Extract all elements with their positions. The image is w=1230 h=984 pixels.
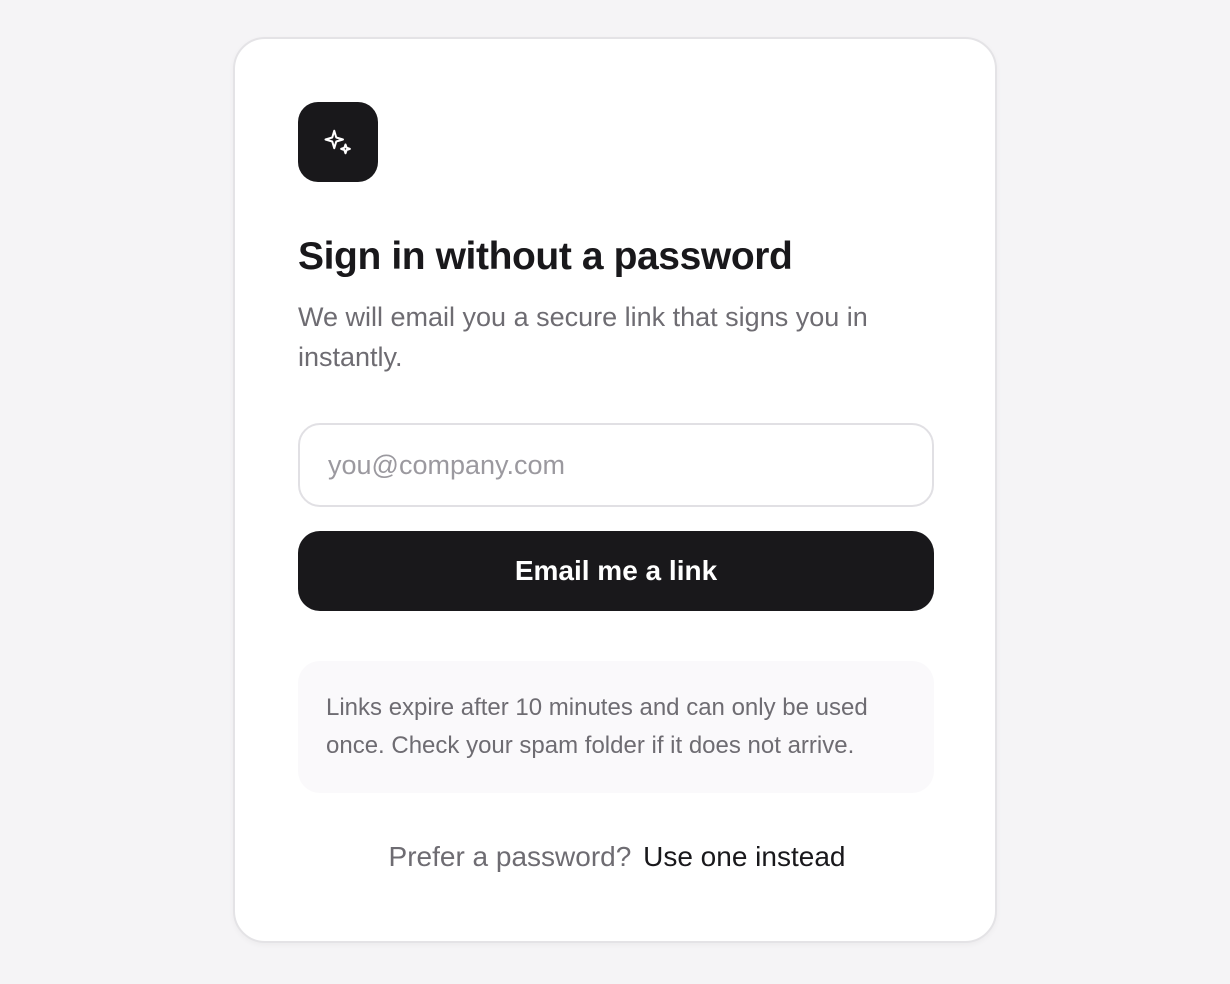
footer-prompt: Prefer a password? — [388, 841, 632, 872]
notice-text: Links expire after 10 minutes and can on… — [326, 694, 868, 759]
sparkles-icon — [324, 129, 351, 155]
email-field[interactable] — [298, 423, 934, 507]
footer: Prefer a password? Use one instead — [235, 841, 999, 873]
email-link-button[interactable]: Email me a link — [298, 531, 934, 611]
page-title: Sign in without a password — [298, 235, 793, 278]
use-password-link[interactable]: Use one instead — [643, 841, 845, 872]
page-subtitle: We will email you a secure link that sig… — [298, 302, 868, 372]
app-logo — [298, 102, 378, 182]
info-notice: Links expire after 10 minutes and can on… — [298, 661, 934, 793]
sign-in-card: Sign in without a password We will email… — [233, 37, 997, 943]
